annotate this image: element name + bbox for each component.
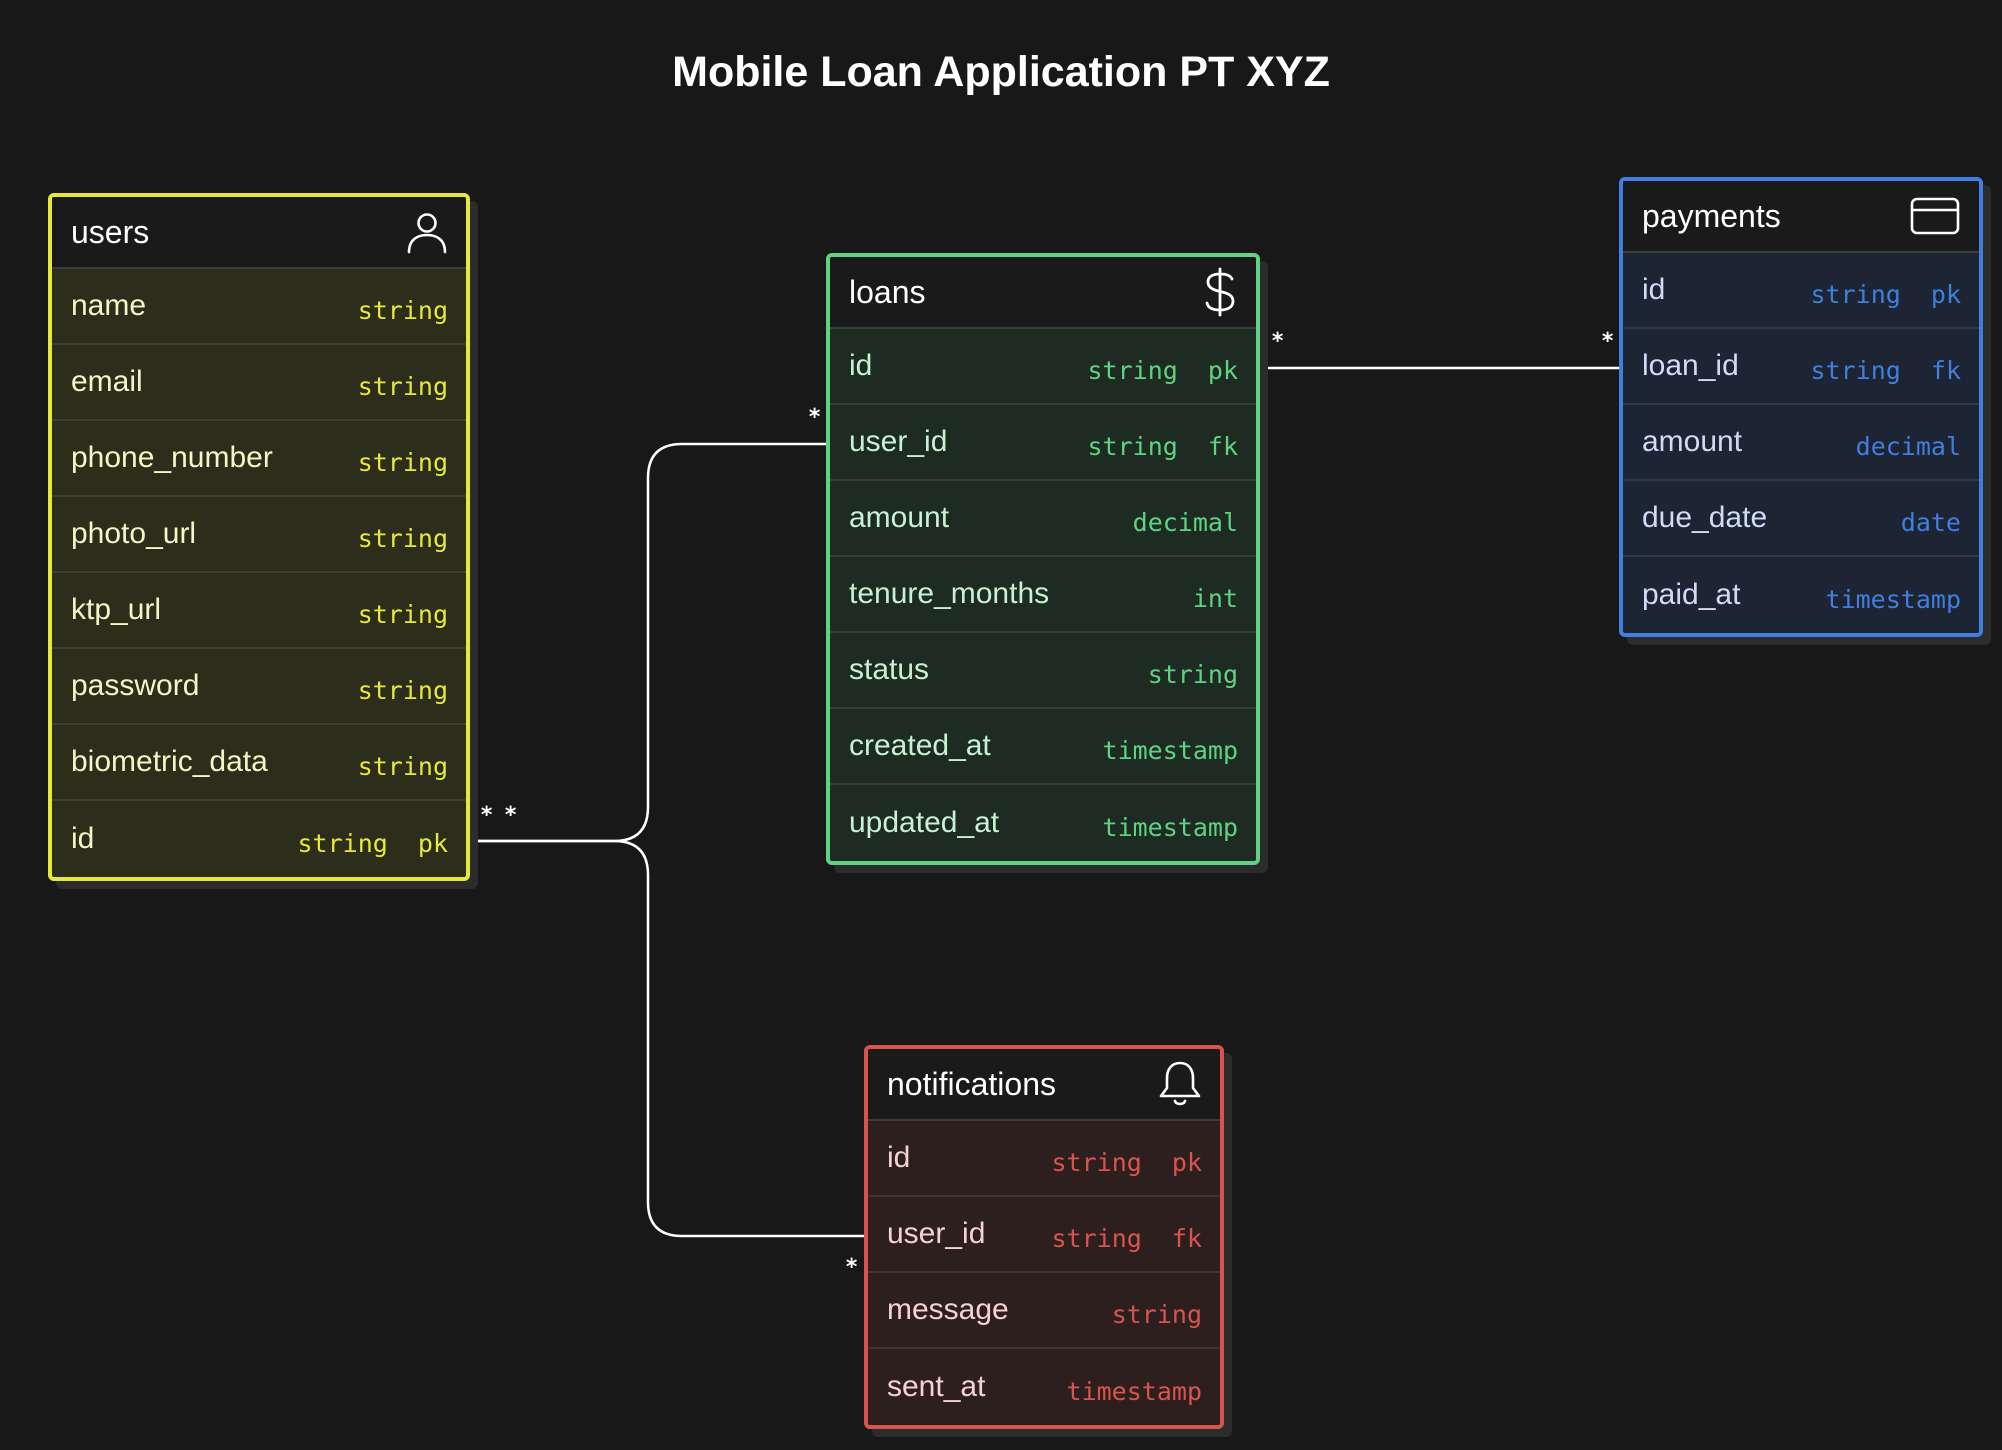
field-name: id <box>849 349 873 382</box>
field-name: message <box>887 1293 1009 1326</box>
cardinality-users-loans: * <box>480 803 493 828</box>
table-notifications[interactable]: notifications id string pk user_id string … <box>864 1045 1224 1429</box>
table-loans[interactable]: loans id string pk user_id string fk amoun… <box>826 253 1260 865</box>
cardinality-loans-user-id: * <box>808 405 821 430</box>
table-row[interactable]: status string <box>830 633 1256 709</box>
field-name: created_at <box>849 729 991 762</box>
credit-card-icon <box>1909 196 1961 236</box>
table-row[interactable]: user_id string fk <box>830 405 1256 481</box>
table-header[interactable]: loans <box>830 257 1256 329</box>
table-users[interactable]: users name string email string phone_numbe… <box>48 193 470 881</box>
table-row[interactable]: created_at timestamp <box>830 709 1256 785</box>
table-header[interactable]: notifications <box>868 1049 1220 1121</box>
field-name: id <box>887 1141 911 1174</box>
table-row[interactable]: id string pk <box>868 1121 1220 1197</box>
table-row[interactable]: loan_id string fk <box>1623 329 1979 405</box>
table-row[interactable]: updated_at timestamp <box>830 785 1256 861</box>
field-name: paid_at <box>1642 578 1741 611</box>
field-type: string <box>1147 659 1238 689</box>
field-name: name <box>71 289 147 322</box>
table-name: users <box>71 213 150 250</box>
table-row[interactable]: email string <box>52 345 466 421</box>
field-name: amount <box>1642 425 1743 458</box>
table-row[interactable]: name string <box>52 269 466 345</box>
field-type: timestamp <box>1102 735 1238 765</box>
field-name: id <box>1642 273 1666 306</box>
table-header[interactable]: payments <box>1623 181 1979 253</box>
field-type: string <box>357 371 448 401</box>
field-type: string <box>357 751 448 781</box>
field-type: string <box>357 599 448 629</box>
field-name: biometric_data <box>71 745 268 778</box>
field-type: string fk <box>1051 1223 1202 1253</box>
table-row[interactable]: due_date date <box>1623 481 1979 557</box>
field-name: ktp_url <box>71 593 162 626</box>
edge-users-loans <box>458 442 832 843</box>
table-row[interactable]: photo_url string <box>52 497 466 573</box>
field-name: password <box>71 669 200 702</box>
table-header[interactable]: users <box>52 197 466 269</box>
table-name: loans <box>849 273 926 310</box>
field-name: photo_url <box>71 517 197 550</box>
table-payments[interactable]: payments id string pk loan_id string fk am… <box>1619 177 1983 637</box>
field-type: string fk <box>1087 431 1238 461</box>
field-type: string pk <box>1087 355 1238 385</box>
field-name: sent_at <box>887 1370 986 1403</box>
table-name: payments <box>1642 197 1781 234</box>
edge-users-notifications <box>458 839 870 1238</box>
table-row[interactable]: user_id string fk <box>868 1197 1220 1273</box>
field-name: tenure_months <box>849 577 1050 610</box>
field-type: string fk <box>1810 355 1961 385</box>
field-name: status <box>849 653 930 686</box>
field-name: user_id <box>849 425 948 458</box>
table-row[interactable]: tenure_months int <box>830 557 1256 633</box>
field-name: updated_at <box>849 806 1000 839</box>
table-row[interactable]: message string <box>868 1273 1220 1349</box>
table-row[interactable]: biometric_data string <box>52 725 466 801</box>
table-row[interactable]: paid_at timestamp <box>1623 557 1979 633</box>
table-row[interactable]: ktp_url string <box>52 573 466 649</box>
bell-icon <box>1158 1060 1202 1108</box>
field-type: string pk <box>297 828 448 858</box>
field-name: email <box>71 365 143 398</box>
field-type: string <box>357 675 448 705</box>
field-name: amount <box>849 501 950 534</box>
dollar-icon <box>1202 267 1238 317</box>
table-row[interactable]: password string <box>52 649 466 725</box>
field-name: user_id <box>887 1217 986 1250</box>
field-type: decimal <box>1132 507 1238 537</box>
table-row[interactable]: id string pk <box>1623 253 1979 329</box>
cardinality-notifications-user-id: * <box>845 1255 858 1280</box>
field-type: string <box>357 523 448 553</box>
table-row[interactable]: id string pk <box>52 801 466 877</box>
field-type: string <box>1111 1299 1202 1329</box>
field-type: decimal <box>1855 431 1961 461</box>
field-type: timestamp <box>1825 584 1961 614</box>
field-type: string <box>357 295 448 325</box>
field-type: timestamp <box>1066 1376 1202 1406</box>
field-type: timestamp <box>1102 812 1238 842</box>
field-type: string <box>357 447 448 477</box>
table-row[interactable]: phone_number string <box>52 421 466 497</box>
field-name: phone_number <box>71 441 273 474</box>
table-row[interactable]: id string pk <box>830 329 1256 405</box>
cardinality-payments-loan-id: * <box>1601 329 1614 354</box>
field-type: date <box>1900 507 1961 537</box>
field-name: due_date <box>1642 501 1768 534</box>
field-type: int <box>1192 583 1238 613</box>
field-type: string pk <box>1051 1147 1202 1177</box>
table-name: notifications <box>887 1065 1056 1102</box>
user-icon <box>406 210 448 254</box>
table-row[interactable]: amount decimal <box>830 481 1256 557</box>
field-type: string pk <box>1810 279 1961 309</box>
cardinality-loans-id: * <box>1271 329 1284 354</box>
table-row[interactable]: sent_at timestamp <box>868 1349 1220 1425</box>
field-name: loan_id <box>1642 349 1739 382</box>
table-row[interactable]: amount decimal <box>1623 405 1979 481</box>
cardinality-users-notifications: * <box>504 803 517 828</box>
field-name: id <box>71 822 95 855</box>
